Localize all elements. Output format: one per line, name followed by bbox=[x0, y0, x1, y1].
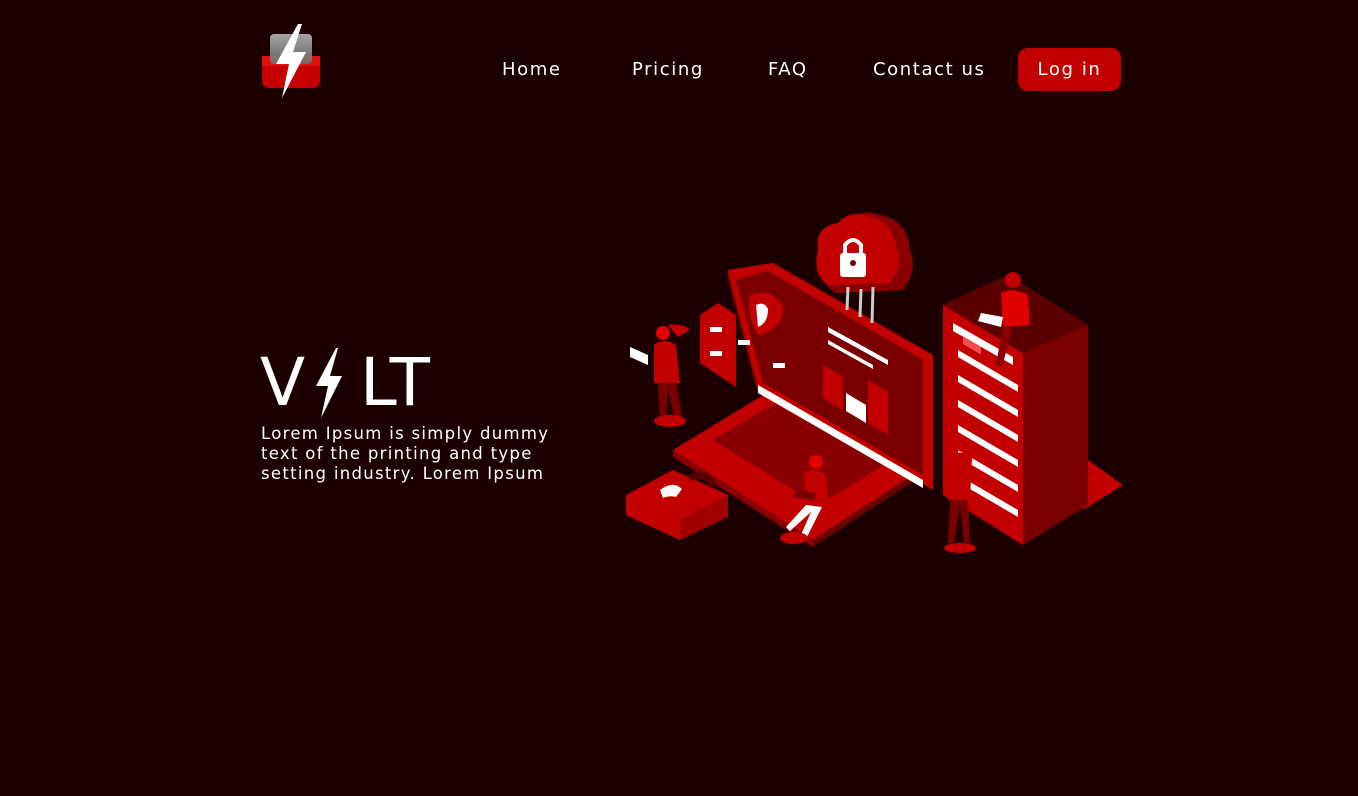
brand-letter-v: V bbox=[260, 344, 308, 421]
tagline-line: text of the printing and type bbox=[261, 444, 533, 463]
padlock-icon bbox=[626, 470, 728, 540]
brand-wordmark: V LT bbox=[260, 348, 450, 418]
tagline-line: Lorem Ipsum is simply dummy bbox=[261, 424, 550, 443]
lightning-bolt-icon bbox=[316, 348, 342, 418]
landing-page: Home Pricing FAQ Contact us Log in V LT … bbox=[0, 0, 1358, 796]
person-with-phone-icon bbox=[630, 324, 690, 427]
logo-icon[interactable] bbox=[258, 22, 324, 100]
cyber-security-illustration bbox=[626, 212, 1123, 553]
nav-pricing-link[interactable]: Pricing bbox=[632, 58, 704, 82]
nav-faq-link[interactable]: FAQ bbox=[768, 58, 808, 82]
tagline-line: setting industry. Lorem Ipsum bbox=[261, 464, 545, 483]
hero-tagline: Lorem Ipsum is simply dummy text of the … bbox=[261, 424, 591, 484]
nav-home-link[interactable]: Home bbox=[502, 58, 562, 82]
login-button[interactable]: Log in bbox=[1018, 48, 1121, 91]
brand-letters-lt: LT bbox=[360, 344, 432, 421]
nav-contact-link[interactable]: Contact us bbox=[873, 58, 986, 82]
